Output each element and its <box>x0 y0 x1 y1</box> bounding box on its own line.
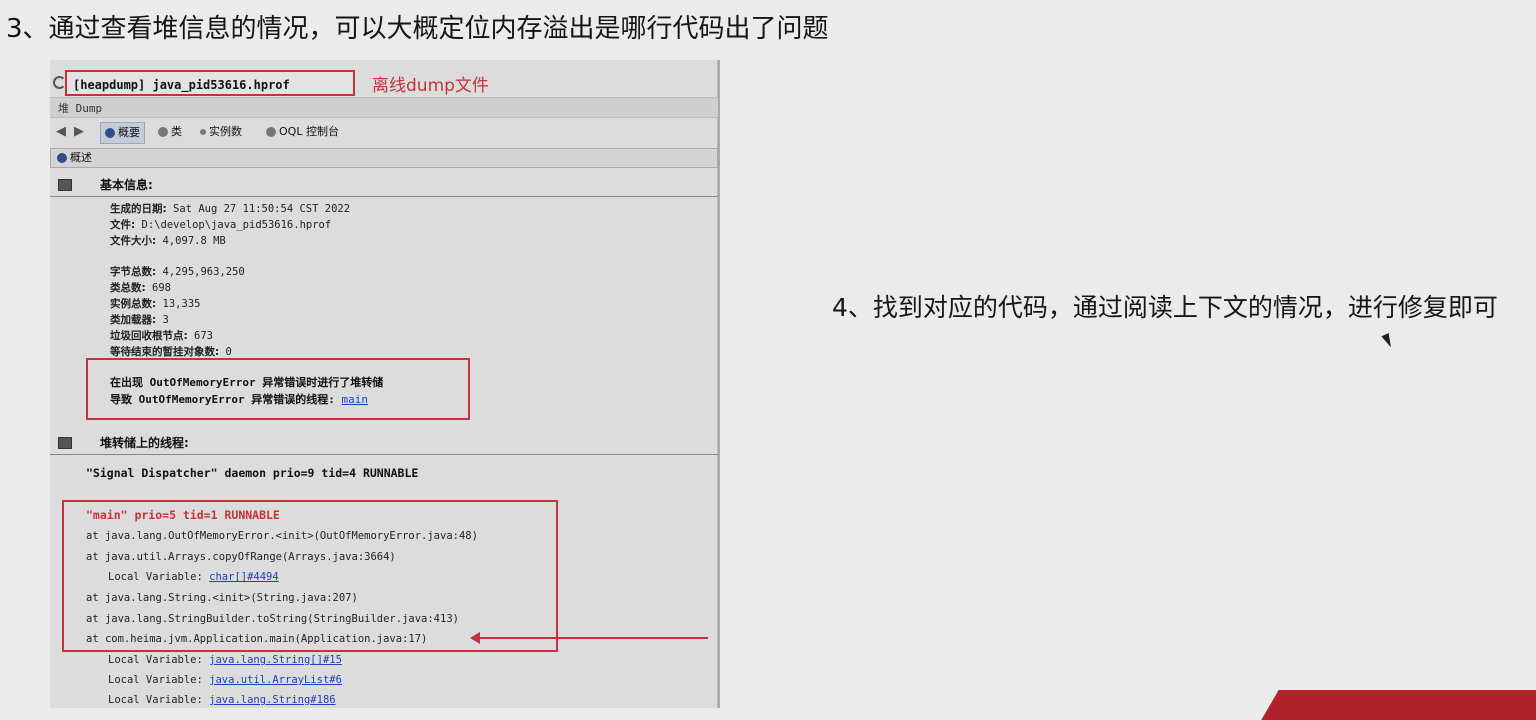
threads-header[interactable]: 堆转储上的线程: <box>50 432 718 455</box>
offline-dump-annotation: 离线dump文件 <box>372 76 489 96</box>
classes-icon <box>158 127 168 137</box>
overview-tab[interactable]: 概述 <box>50 148 718 168</box>
mouse-cursor-icon <box>1381 332 1395 350</box>
local-variable-row: Local Variable: java.util.ArrayList#6 <box>108 674 342 686</box>
stack-frame: at java.lang.String.<init>(String.java:2… <box>86 592 358 604</box>
view-toolbar: ◀ ▶ 概要 类 实例数 OQL 控制台 <box>50 121 718 144</box>
stack-frame-application-main: at com.heima.jvm.Application.main(Applic… <box>86 633 428 645</box>
instances-button[interactable]: 实例数 <box>196 122 246 142</box>
local-variable-row: Local Variable: java.lang.String[]#15 <box>108 654 342 666</box>
info-icon <box>105 128 115 138</box>
signal-dispatcher-thread: "Signal Dispatcher" daemon prio=9 tid=4 … <box>86 466 419 480</box>
oom-dump-note: 在出现 OutOfMemoryError 异常错误时进行了堆转储 <box>110 376 384 389</box>
stat-classloaders: 类加载器: 3 <box>110 314 169 326</box>
info-file: 文件: D:\develop\java_pid53616.hprof <box>110 219 332 231</box>
instances-icon <box>200 129 206 135</box>
forward-arrow-icon[interactable]: ▶ <box>74 121 84 143</box>
classes-button[interactable]: 类 <box>154 122 186 142</box>
stack-frame: at java.util.Arrays.copyOfRange(Arrays.j… <box>86 551 396 563</box>
stat-instances: 实例总数: 13,335 <box>110 298 201 310</box>
slide-heading: 3、通过查看堆信息的情况，可以大概定位内存溢出是哪行代码出了问题 <box>6 14 829 44</box>
heapdump-file-tab[interactable]: [heapdump] java_pid53616.hprof <box>65 70 355 96</box>
stack-frame: at java.lang.StringBuilder.toString(Stri… <box>86 613 459 625</box>
main-thread-title: "main" prio=5 tid=1 RUNNABLE <box>86 508 280 522</box>
basic-info-header[interactable]: 基本信息: <box>50 174 718 197</box>
overview-button[interactable]: 概要 <box>100 122 145 144</box>
info-file-size: 文件大小: 4,097.8 MB <box>110 235 226 247</box>
step-4-note: 4、找到对应的代码，通过阅读上下文的情况，进行修复即可 <box>832 293 1498 322</box>
title-row: [heapdump] java_pid53616.hprof 离线dump文件 <box>50 60 718 96</box>
local-variable-link[interactable]: java.util.ArrayList#6 <box>209 674 342 686</box>
local-variable-row: Local Variable: java.lang.String#186 <box>108 694 336 706</box>
oql-icon <box>266 127 276 137</box>
stat-gc-roots: 垃圾回收根节点: 673 <box>110 330 213 342</box>
collapse-icon <box>58 437 72 449</box>
heap-dump-bar: 堆 Dump <box>50 97 718 118</box>
local-variable-link[interactable]: java.lang.String[]#15 <box>209 654 342 666</box>
pointer-arrow-icon <box>470 632 708 644</box>
oql-console-button[interactable]: OQL 控制台 <box>262 122 343 142</box>
corner-watermark-banner <box>1261 690 1536 720</box>
collapse-icon <box>58 179 72 191</box>
local-variable-link[interactable]: char[]#4494 <box>209 571 279 583</box>
oom-thread-note: 导致 OutOfMemoryError 异常错误的线程: main <box>110 393 368 406</box>
local-variable-link[interactable]: java.lang.String#186 <box>209 694 335 706</box>
info-icon <box>57 153 67 163</box>
stack-frame: at java.lang.OutOfMemoryError.<init>(Out… <box>86 530 478 542</box>
stat-classes: 类总数: 698 <box>110 282 171 294</box>
visualvm-screenshot: [heapdump] java_pid53616.hprof 离线dump文件 … <box>50 60 720 708</box>
main-thread-link[interactable]: main <box>341 393 368 406</box>
stat-bytes: 字节总数: 4,295,963,250 <box>110 266 245 278</box>
local-variable-row: Local Variable: char[]#4494 <box>108 571 279 583</box>
back-arrow-icon[interactable]: ◀ <box>56 121 66 143</box>
info-date: 生成的日期: Sat Aug 27 11:50:54 CST 2022 <box>110 203 351 215</box>
